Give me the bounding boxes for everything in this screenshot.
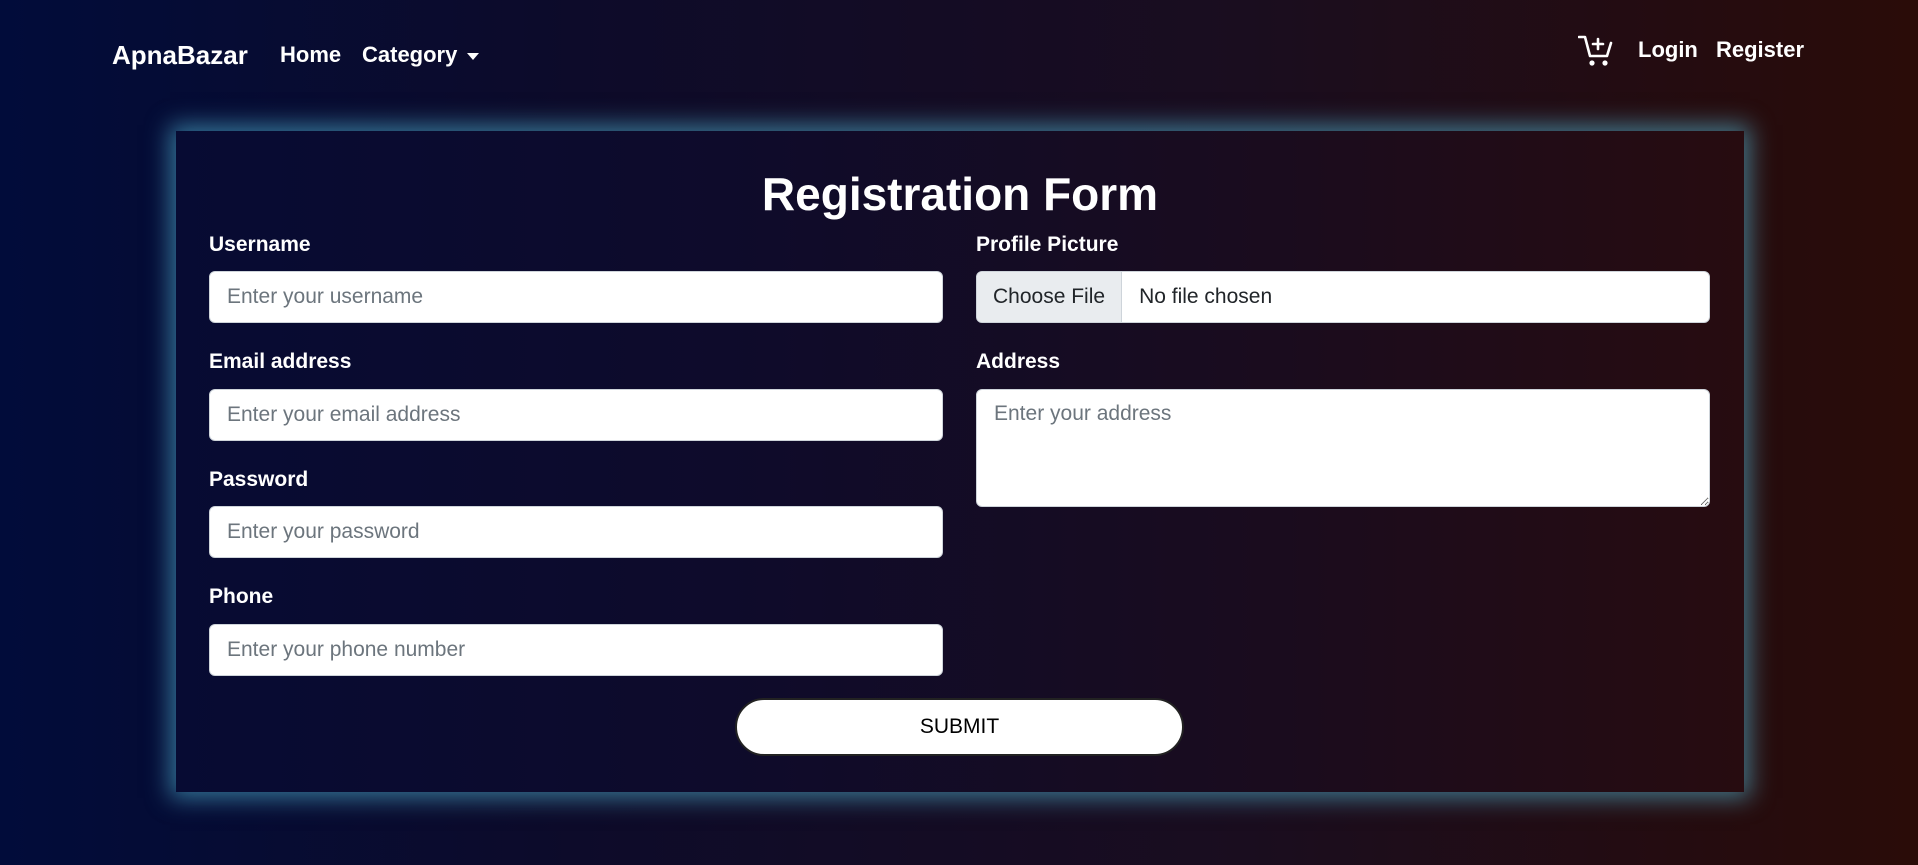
password-input[interactable]: [209, 506, 943, 558]
profile-picture-file-input[interactable]: Choose File No file chosen: [976, 271, 1710, 323]
phone-label: Phone: [209, 585, 274, 608]
username-label: Username: [209, 233, 311, 256]
nav-register-link[interactable]: Register: [1716, 37, 1804, 63]
address-label: Address: [976, 350, 1061, 373]
cart-plus-icon[interactable]: [1578, 34, 1614, 68]
brand-logo[interactable]: ApnaBazar: [112, 40, 248, 71]
submit-button[interactable]: SUBMIT: [735, 698, 1184, 756]
profile-picture-label: Profile Picture: [976, 233, 1119, 256]
nav-category-label: Category: [362, 42, 458, 67]
registration-form-card: Registration Form Username Email address…: [176, 131, 1744, 792]
email-label: Email address: [209, 350, 352, 373]
navbar: ApnaBazar Home Category Login Register: [0, 0, 1918, 110]
nav-category-dropdown[interactable]: Category: [362, 42, 480, 68]
username-input[interactable]: [209, 271, 943, 323]
nav-home-link[interactable]: Home: [280, 42, 341, 68]
file-status-text: No file chosen: [1139, 285, 1273, 308]
address-textarea[interactable]: [976, 389, 1710, 507]
password-label: Password: [209, 468, 309, 491]
choose-file-button[interactable]: Choose File: [977, 272, 1123, 322]
phone-input[interactable]: [209, 624, 943, 676]
nav-login-link[interactable]: Login: [1638, 37, 1698, 63]
form-title: Registration Form: [761, 168, 1159, 220]
email-input[interactable]: [209, 389, 943, 441]
chevron-down-icon: [467, 52, 480, 60]
